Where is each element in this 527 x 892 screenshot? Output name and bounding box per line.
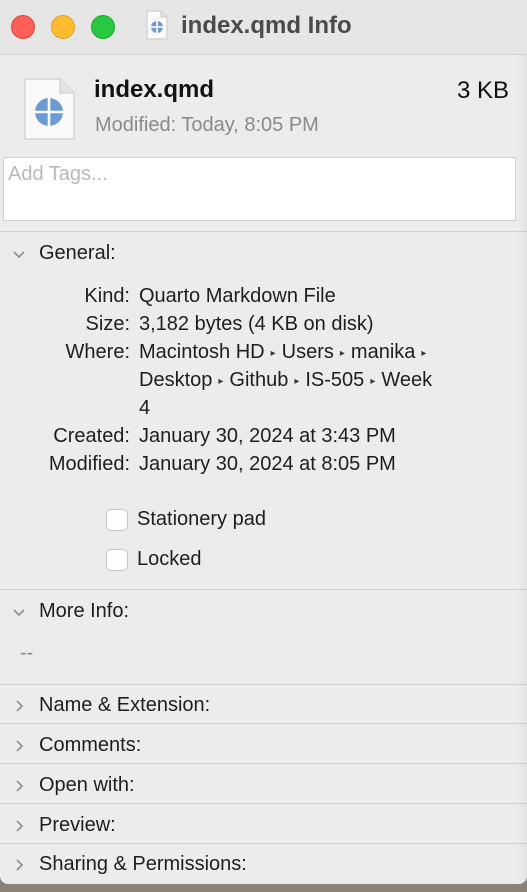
preview-section-toggle[interactable]: Preview: (12, 814, 116, 837)
divider (0, 843, 527, 844)
close-window-button[interactable] (11, 15, 35, 39)
path-arrow-icon: ▸ (294, 376, 300, 387)
modified-value: January 30, 2024 at 8:05 PM (139, 453, 396, 475)
path-segment: IS-505 (305, 369, 365, 391)
path-segment: 4 (139, 397, 151, 419)
window-edge (517, 54, 527, 884)
chevron-right-icon (12, 779, 26, 793)
general-section-toggle[interactable]: General: (12, 242, 116, 265)
quarto-file-icon (24, 78, 75, 140)
where-line-2: Desktop ▸ Github ▸ IS-505 ▸ Week (139, 369, 432, 392)
divider (0, 803, 527, 804)
path-segment: Macintosh HD (139, 341, 265, 363)
file-name: index.qmd (94, 76, 215, 103)
where-label: Where: (65, 341, 130, 363)
file-size: 3 KB (456, 77, 509, 104)
path-arrow-icon: ▸ (370, 376, 376, 387)
open-with-header: Open with: (39, 774, 135, 796)
divider (0, 589, 527, 590)
more-info-section-toggle[interactable]: More Info: (12, 600, 129, 623)
sharing-permissions-section-toggle[interactable]: Sharing & Permissions: (12, 853, 247, 876)
preview-header: Preview: (39, 814, 116, 836)
sharing-permissions-header: Sharing & Permissions: (39, 853, 247, 875)
path-arrow-icon: ▸ (339, 348, 345, 359)
chevron-right-icon (12, 699, 26, 713)
open-with-section-toggle[interactable]: Open with: (12, 774, 135, 797)
title-bar: index.qmd Info (0, 0, 527, 55)
locked-label: Locked (137, 548, 202, 570)
path-arrow-icon: ▸ (421, 348, 427, 359)
chevron-right-icon (12, 858, 26, 872)
zoom-window-button[interactable] (91, 15, 115, 39)
path-segment: Users (281, 341, 334, 363)
path-arrow-icon: ▸ (270, 348, 276, 359)
locked-checkbox[interactable] (106, 548, 128, 571)
locked-row[interactable]: Locked (106, 548, 202, 571)
comments-section-toggle[interactable]: Comments: (12, 734, 141, 757)
path-arrow-icon: ▸ (218, 376, 224, 387)
modified-summary: Modified: Today, 8:05 PM (95, 114, 319, 136)
divider (0, 763, 527, 764)
name-extension-header: Name & Extension: (39, 694, 211, 716)
more-info-header: More Info: (39, 600, 130, 622)
stationery-pad-label: Stationery pad (137, 508, 266, 530)
chevron-down-icon (12, 605, 26, 619)
quarto-file-icon (146, 10, 168, 40)
modified-label: Modified: (48, 453, 130, 475)
tags-field[interactable] (3, 157, 516, 221)
more-info-value: -- (20, 642, 34, 664)
name-extension-section-toggle[interactable]: Name & Extension: (12, 694, 210, 717)
size-value: 3,182 bytes (4 KB on disk) (139, 313, 374, 335)
comments-header: Comments: (39, 734, 142, 756)
divider (0, 723, 527, 724)
path-segment: Desktop (139, 369, 213, 391)
divider (0, 684, 527, 685)
kind-value: Quarto Markdown File (139, 285, 336, 307)
created-label: Created: (53, 425, 130, 447)
stationery-pad-checkbox[interactable] (106, 508, 128, 531)
path-segment: Week (381, 369, 433, 391)
stationery-pad-row[interactable]: Stationery pad (106, 508, 266, 531)
tags-input[interactable] (6, 162, 490, 187)
minimize-window-button[interactable] (51, 15, 75, 39)
created-value: January 30, 2024 at 3:43 PM (139, 425, 396, 447)
divider (0, 231, 527, 232)
window-title: index.qmd Info (181, 12, 352, 39)
where-line-1: Macintosh HD ▸ Users ▸ manika ▸ (139, 341, 432, 364)
where-line-3: 4 (139, 397, 150, 420)
path-segment: Github (229, 369, 289, 391)
size-label: Size: (85, 313, 130, 335)
chevron-right-icon (12, 739, 26, 753)
info-window: index.qmd Info index.qmd 3 KB Modified: … (0, 0, 527, 884)
general-header: General: (39, 242, 116, 264)
path-segment: manika (350, 341, 416, 363)
chevron-right-icon (12, 819, 26, 833)
chevron-down-icon (12, 247, 26, 261)
kind-label: Kind: (84, 285, 130, 307)
